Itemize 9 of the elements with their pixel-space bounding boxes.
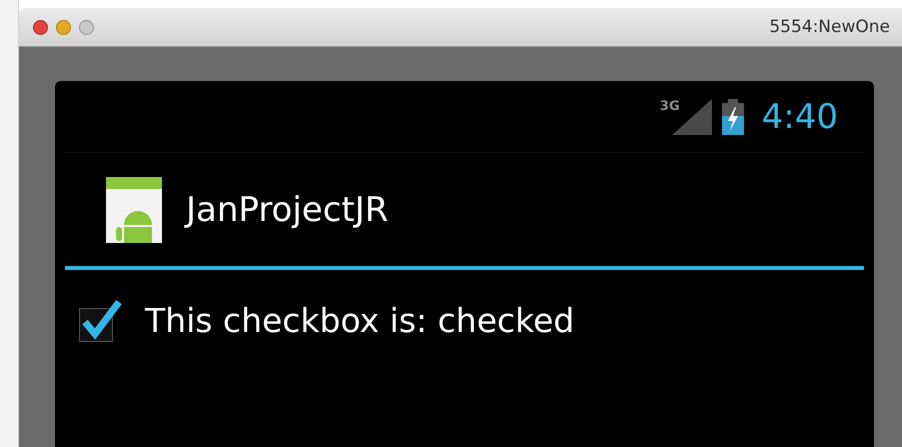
network-type: 3G [660, 98, 680, 114]
minimize-button[interactable] [56, 20, 71, 34]
close-button[interactable] [33, 20, 48, 34]
battery-charging-icon [720, 98, 746, 134]
clock: 4:40 [762, 96, 838, 136]
android-app-icon [106, 176, 162, 242]
window-title: 5554:NewOne [769, 17, 890, 37]
checkbox-label: This checkbox is: checked [145, 300, 574, 340]
app-title: JanProjectJR [186, 190, 388, 230]
